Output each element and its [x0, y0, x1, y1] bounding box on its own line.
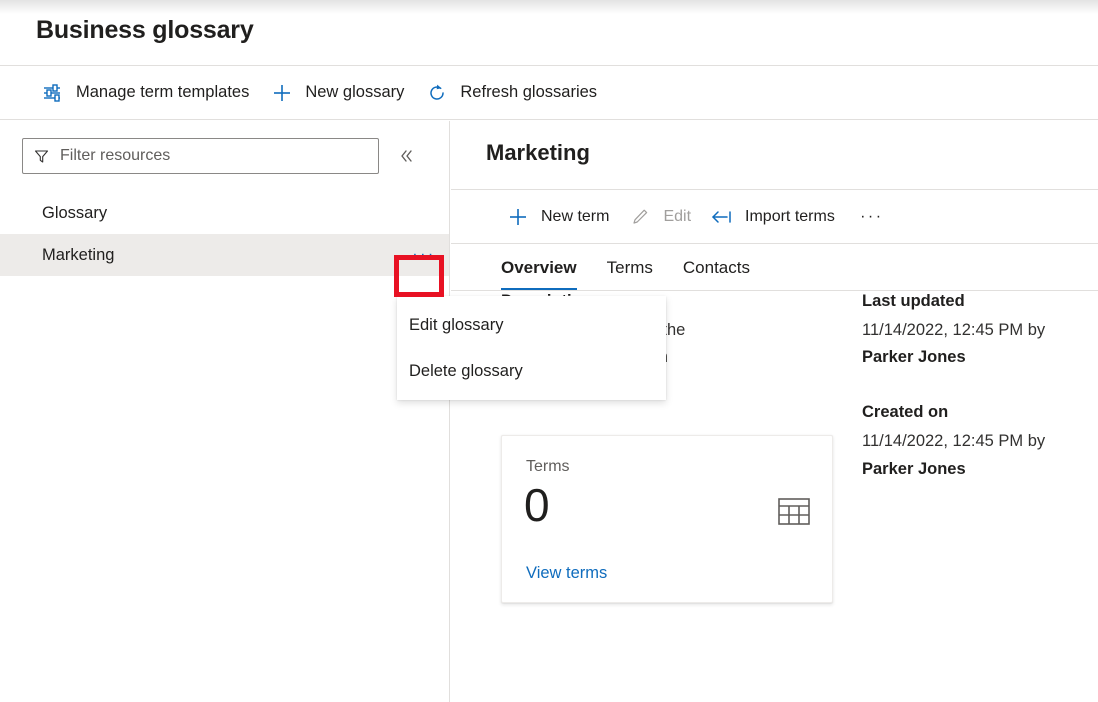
new-glossary-button[interactable]: New glossary [259, 73, 414, 113]
menu-item-label: Edit glossary [409, 316, 503, 335]
import-terms-button[interactable]: Import terms [700, 197, 844, 237]
filter-resources-input[interactable] [60, 147, 368, 165]
plus-icon [269, 82, 295, 104]
edit-button[interactable]: Edit [618, 197, 700, 237]
last-updated-user: Parker Jones [862, 348, 966, 366]
glossary-detail-pane: Marketing New term [451, 121, 1098, 702]
last-updated-label: Last updated [862, 292, 1098, 311]
menu-item-label: Delete glossary [409, 362, 523, 381]
import-arrow-icon [709, 207, 735, 227]
sidebar-item-marketing[interactable]: Marketing ··· [0, 234, 449, 276]
filter-funnel-icon [33, 148, 50, 165]
global-command-bar: Manage term templates New glossary [0, 65, 1098, 120]
overview-right-column: Last updated 11/14/2022, 12:45 PM by Par… [862, 292, 1098, 515]
detail-title: Marketing [486, 140, 590, 166]
tab-terms[interactable]: Terms [607, 245, 653, 290]
filter-resources-box[interactable] [22, 138, 379, 174]
terms-card-count: 0 [524, 482, 550, 528]
window-top-shadow [0, 0, 1098, 14]
detail-tabs: Overview Terms Contacts [451, 245, 1098, 291]
tab-overview[interactable]: Overview [501, 245, 577, 290]
view-terms-link[interactable]: View terms [526, 564, 607, 583]
sidebar-item-label: Glossary [42, 204, 107, 223]
detail-command-bar: New term Edit [451, 189, 1098, 244]
created-on-label: Created on [862, 403, 1098, 422]
refresh-glossaries-button[interactable]: Refresh glossaries [414, 73, 607, 113]
sidebar-item-more-button[interactable]: ··· [405, 240, 443, 270]
filter-row [0, 121, 450, 191]
terms-summary-card: Terms 0 View terms [501, 435, 833, 603]
glossary-tree: Glossary Marketing ··· [0, 192, 449, 276]
chevron-double-left-icon[interactable] [393, 143, 419, 169]
tab-label: Terms [607, 258, 653, 278]
created-on-field: Created on 11/14/2022, 12:45 PM by Parke… [862, 403, 1098, 482]
glossary-context-menu: Edit glossary Delete glossary [397, 296, 666, 400]
created-on-user: Parker Jones [862, 460, 966, 478]
refresh-glossaries-label: Refresh glossaries [460, 83, 597, 102]
manage-term-templates-label: Manage term templates [76, 83, 249, 102]
glossary-sidebar: Glossary Marketing ··· [0, 121, 450, 702]
menu-item-delete-glossary[interactable]: Delete glossary [397, 348, 666, 394]
table-grid-icon [778, 498, 810, 530]
created-on-value: 11/14/2022, 12:45 PM by Parker Jones [862, 428, 1098, 482]
refresh-icon [424, 82, 450, 104]
created-on-timestamp: 11/14/2022, 12:45 PM by [862, 432, 1045, 450]
app-root: Business glossary Manage term templates [0, 0, 1098, 702]
tab-label: Contacts [683, 258, 750, 278]
last-updated-value: 11/14/2022, 12:45 PM by Parker Jones [862, 317, 1098, 371]
menu-item-edit-glossary[interactable]: Edit glossary [397, 302, 666, 348]
tab-label: Overview [501, 258, 577, 278]
new-term-label: New term [541, 208, 609, 226]
new-term-button[interactable]: New term [496, 197, 618, 237]
detail-more-button[interactable]: ··· [854, 200, 890, 234]
sidebar-item-glossary[interactable]: Glossary [0, 192, 449, 234]
pencil-icon [627, 207, 653, 227]
terms-card-label: Terms [526, 458, 570, 476]
import-terms-label: Import terms [745, 208, 835, 226]
edit-label: Edit [663, 208, 691, 226]
manage-term-templates-button[interactable]: Manage term templates [30, 73, 259, 113]
sidebar-item-label: Marketing [42, 246, 114, 265]
last-updated-timestamp: 11/14/2022, 12:45 PM by [862, 321, 1045, 339]
tab-contacts[interactable]: Contacts [683, 245, 750, 290]
new-glossary-label: New glossary [305, 83, 404, 102]
page-title: Business glossary [36, 16, 254, 45]
plus-icon [505, 206, 531, 228]
last-updated-field: Last updated 11/14/2022, 12:45 PM by Par… [862, 292, 1098, 371]
sliders-icon [40, 82, 66, 104]
